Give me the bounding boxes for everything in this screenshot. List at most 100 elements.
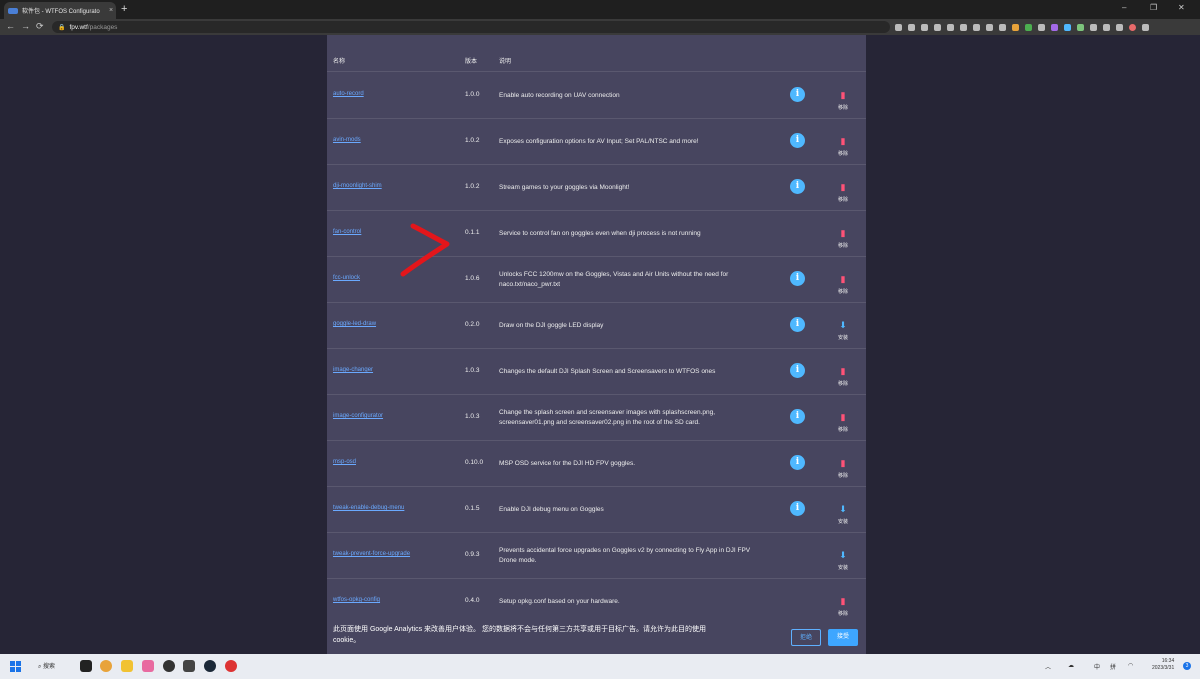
info-icon[interactable]: i xyxy=(790,271,805,286)
file-explorer-icon[interactable] xyxy=(121,660,133,672)
install-button[interactable]: ⬇ 安装 xyxy=(833,545,853,571)
package-description: Exposes configuration options for AV Inp… xyxy=(499,138,699,145)
menu-kebab-icon[interactable] xyxy=(1142,23,1149,31)
info-icon[interactable]: i xyxy=(790,455,805,470)
info-icon[interactable]: i xyxy=(790,501,805,516)
package-name-link[interactable]: image-configurator xyxy=(333,413,383,419)
window-minimize-button[interactable]: – xyxy=(1122,3,1126,12)
remove-button[interactable]: ▮ 移除 xyxy=(833,361,853,387)
steam-icon[interactable] xyxy=(204,660,216,672)
remove-button[interactable]: ▮ 移除 xyxy=(833,223,853,249)
site-favicon-icon xyxy=(8,7,18,14)
remove-button[interactable]: ▮ 移除 xyxy=(833,591,853,617)
task-view-icon[interactable] xyxy=(80,660,92,672)
tray-chevron-icon[interactable]: ︿ xyxy=(1045,662,1051,671)
tray-network-icon[interactable]: ☁ xyxy=(1068,662,1074,669)
tray-ime[interactable]: 拼 xyxy=(1110,662,1116,671)
install-button[interactable]: ⬇ 安装 xyxy=(833,315,853,341)
table-row: msp-osd 0.10.0 MSP OSD service for the DJI… xyxy=(327,440,866,487)
package-name-link[interactable]: msp-osd xyxy=(333,459,356,465)
share-icon[interactable] xyxy=(908,23,915,31)
info-icon[interactable]: i xyxy=(790,87,805,102)
extension-icon[interactable] xyxy=(986,23,993,31)
info-icon[interactable]: i xyxy=(790,409,805,424)
terminal-icon[interactable] xyxy=(183,660,195,672)
window-maximize-button[interactable]: ❐ xyxy=(1150,3,1157,12)
extension-icons xyxy=(895,22,1149,32)
cookie-accept-button[interactable]: 接受 xyxy=(828,629,858,646)
tray-language[interactable]: 中 xyxy=(1094,662,1100,671)
cookie-reject-button[interactable]: 拒绝 xyxy=(791,629,821,646)
profile-avatar[interactable] xyxy=(1129,23,1136,31)
window-close-button[interactable]: ✕ xyxy=(1178,3,1185,12)
extension-icon[interactable] xyxy=(934,23,941,31)
table-row: tweak-enable-debug-menu 0.1.5 Enable DJI d… xyxy=(327,486,866,533)
package-name-link[interactable]: tweak-enable-debug-menu xyxy=(333,505,404,511)
forward-button[interactable]: → xyxy=(21,21,30,31)
side-panel-icon[interactable] xyxy=(1116,23,1123,31)
package-name-link[interactable]: goggle-led-draw xyxy=(333,321,376,327)
package-version: 0.1.5 xyxy=(465,505,480,512)
extension-icon[interactable] xyxy=(1051,23,1058,31)
packages-panel: 名称 版本 说明 auto-record 1.0.0 Enable auto rec… xyxy=(327,35,866,654)
table-row: dji-moonlight-shim 1.0.2 Stream games to y… xyxy=(327,164,866,211)
package-name-link[interactable]: fan-control xyxy=(333,229,361,235)
install-button[interactable]: ⬇ 安装 xyxy=(833,499,853,525)
package-description: MSP OSD service for the DJI HD FPV goggl… xyxy=(499,460,636,467)
extension-icon[interactable] xyxy=(1064,23,1071,31)
taskbar-search[interactable]: ⌕ 搜索 xyxy=(38,661,55,671)
extension-icon[interactable] xyxy=(1025,23,1032,31)
lock-icon: 🔒 xyxy=(58,24,66,31)
table-header: 名称 版本 说明 xyxy=(327,51,866,72)
new-tab-button[interactable]: + xyxy=(121,3,127,15)
package-name-link[interactable]: wtfos-opkg-config xyxy=(333,597,380,603)
package-name-link[interactable]: avin-mods xyxy=(333,137,361,143)
remove-button[interactable]: ▮ 移除 xyxy=(833,85,853,111)
install-label: 安装 xyxy=(837,519,848,525)
extensions-puzzle-icon[interactable] xyxy=(1090,23,1097,31)
translate-icon[interactable] xyxy=(895,23,902,31)
info-icon[interactable]: i xyxy=(790,363,805,378)
package-name-link[interactable]: tweak-prevent-force-upgrade xyxy=(333,551,410,557)
info-icon[interactable]: i xyxy=(790,317,805,332)
extension-icon[interactable] xyxy=(999,23,1006,31)
app-icon[interactable] xyxy=(163,660,175,672)
app-icon[interactable] xyxy=(225,660,237,672)
trash-icon: ▮ xyxy=(840,412,846,422)
address-bar[interactable]: 🔒 fpv.wtf /packages xyxy=(52,21,890,33)
info-icon[interactable]: i xyxy=(790,179,805,194)
clock-date: 2023/3/31 xyxy=(1152,665,1175,671)
package-name-link[interactable]: image-changer xyxy=(333,367,373,373)
notification-badge[interactable]: 3 xyxy=(1183,662,1191,670)
extension-icon[interactable] xyxy=(1077,23,1084,31)
app-icon[interactable] xyxy=(142,660,154,672)
tray-wifi-icon[interactable]: ◠ xyxy=(1128,662,1133,669)
package-name-link[interactable]: fcc-unlock xyxy=(333,275,360,281)
remove-button[interactable]: ▮ 移除 xyxy=(833,177,853,203)
back-button[interactable]: ← xyxy=(6,21,15,31)
extension-icon[interactable] xyxy=(947,23,954,31)
extension-icon[interactable] xyxy=(1012,23,1019,31)
trash-icon: ▮ xyxy=(840,136,846,146)
remove-button[interactable]: ▮ 移除 xyxy=(833,269,853,295)
info-icon[interactable]: i xyxy=(790,133,805,148)
remove-button[interactable]: ▮ 移除 xyxy=(833,131,853,157)
extension-icon[interactable] xyxy=(1038,23,1045,31)
bookmark-star-icon[interactable] xyxy=(921,23,928,31)
taskbar-clock[interactable]: 16:34 2023/3/31 xyxy=(1152,658,1174,672)
reading-list-icon[interactable] xyxy=(1103,23,1110,31)
start-menu-button[interactable] xyxy=(10,661,21,672)
package-name-link[interactable]: dji-moonlight-shim xyxy=(333,183,382,189)
reload-button[interactable]: ⟳ xyxy=(36,21,44,32)
browser-tab[interactable]: 软件包 - WTFOS Configurato × xyxy=(4,2,116,19)
remove-button[interactable]: ▮ 移除 xyxy=(833,453,853,479)
chrome-icon[interactable] xyxy=(100,660,112,672)
package-name-link[interactable]: auto-record xyxy=(333,91,364,97)
remove-label: 移除 xyxy=(837,151,848,157)
tab-close-icon[interactable]: × xyxy=(106,7,116,14)
remove-label: 移除 xyxy=(837,427,848,433)
extension-icon[interactable] xyxy=(973,23,980,31)
trash-icon: ▮ xyxy=(840,182,846,192)
extension-icon[interactable] xyxy=(960,23,967,31)
remove-button[interactable]: ▮ 移除 xyxy=(833,407,853,433)
